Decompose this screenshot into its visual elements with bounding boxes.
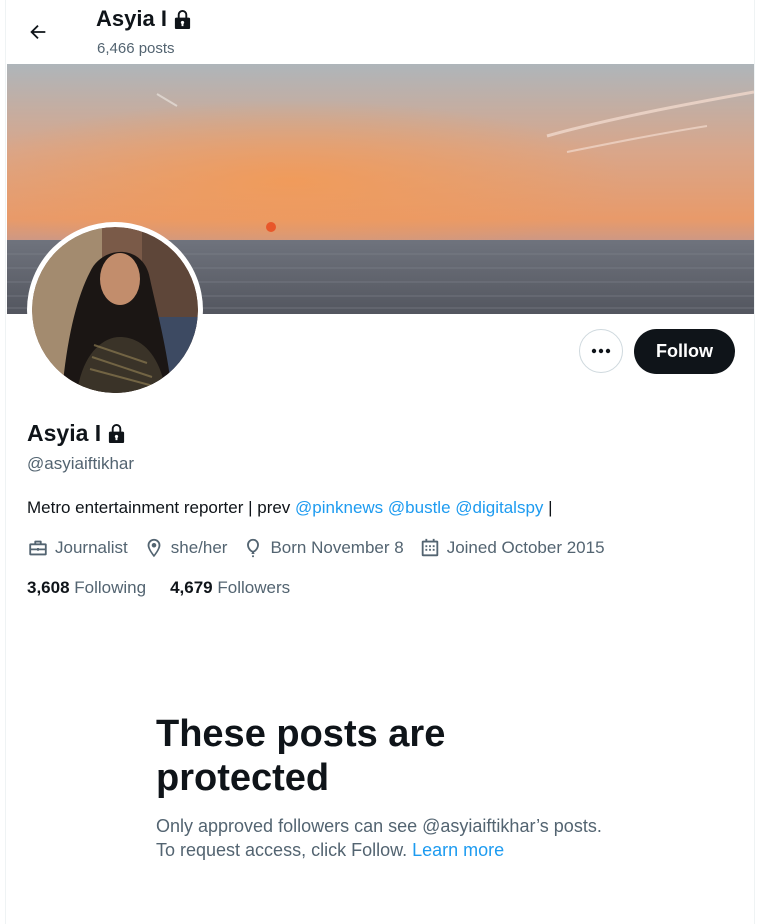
- profile-name: Asyia I: [27, 420, 126, 447]
- calendar-icon: [421, 538, 438, 557]
- following-link[interactable]: 3,608 Following: [27, 578, 146, 598]
- bio-link-digitalspy[interactable]: @digitalspy: [455, 498, 543, 517]
- post-count: 6,466 posts: [97, 40, 175, 57]
- followers-count: 4,679: [170, 578, 213, 597]
- occupation-text: Journalist: [55, 538, 128, 557]
- top-bar: Asyia I 6,466 posts: [6, 0, 754, 64]
- bio-text: Metro entertainment reporter | prev: [27, 498, 291, 517]
- meta-pronouns: she/her: [143, 537, 228, 559]
- following-count: 3,608: [27, 578, 70, 597]
- profile-bio: Metro entertainment reporter | prev @pin…: [27, 498, 553, 518]
- lock-icon: [174, 9, 191, 29]
- bio-link-pinknews[interactable]: @pinknews: [295, 498, 383, 517]
- header-title: Asyia I: [96, 6, 192, 32]
- protected-message: Only approved followers can see @asyiaif…: [156, 814, 616, 862]
- location-pin-icon: [147, 538, 161, 558]
- followers-link[interactable]: 4,679 Followers: [170, 578, 290, 598]
- followers-label: Followers: [217, 578, 291, 597]
- more-horizontal-icon: [591, 348, 611, 354]
- back-button[interactable]: [20, 14, 56, 50]
- balloon-icon: [247, 538, 260, 558]
- avatar-image: [32, 227, 198, 393]
- profile-avatar[interactable]: [27, 222, 203, 398]
- follow-button[interactable]: Follow: [634, 329, 735, 374]
- header-name: Asyia I: [96, 6, 167, 31]
- learn-more-link[interactable]: Learn more: [412, 840, 504, 860]
- bio-tail: |: [548, 498, 553, 517]
- protected-message-text: Only approved followers can see @asyiaif…: [156, 816, 602, 860]
- pronouns-text: she/her: [170, 538, 228, 557]
- following-label: Following: [74, 578, 147, 597]
- more-options-button[interactable]: [579, 329, 623, 373]
- briefcase-icon: [29, 540, 47, 556]
- joined-text: Joined October 2015: [446, 538, 605, 557]
- profile-handle: @asyiaiftikhar: [27, 454, 135, 473]
- display-name: Asyia I: [27, 420, 102, 446]
- profile-stats: 3,608 Following 4,679 Followers: [27, 578, 290, 598]
- protected-notice: These posts are protected Only approved …: [156, 712, 616, 862]
- arrow-left-icon: [30, 24, 46, 40]
- lock-icon: [109, 424, 125, 443]
- meta-joined: Joined October 2015: [419, 537, 605, 559]
- profile-meta: Journalist she/her Born November 8 Joine…: [27, 537, 620, 559]
- meta-birthday: Born November 8: [242, 537, 404, 559]
- protected-heading: These posts are protected: [156, 713, 446, 799]
- bio-link-bustle[interactable]: @bustle: [388, 498, 451, 517]
- birthday-text: Born November 8: [270, 538, 404, 557]
- profile-page: Asyia I 6,466 posts Follow Asyia I @asyi…: [5, 0, 755, 924]
- meta-occupation: Journalist: [27, 537, 128, 559]
